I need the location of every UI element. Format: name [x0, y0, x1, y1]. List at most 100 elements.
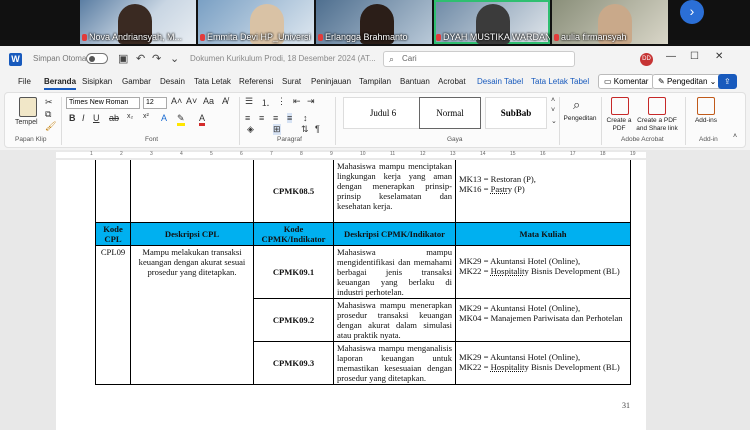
copy-icon[interactable]: ⧉ [45, 109, 51, 120]
header-kode-cpmk[interactable]: Kode CPMK/Indikator [253, 221, 334, 246]
course-cell[interactable]: MK29 = Akuntansi Hotel (Online), MK22 = … [455, 244, 631, 299]
shading-icon[interactable]: ◈ [247, 124, 254, 135]
clear-formatting-icon[interactable]: A̸ [222, 96, 228, 106]
tab-insert[interactable]: Sisipkan [82, 77, 112, 86]
cut-icon[interactable]: ✂ [45, 97, 53, 108]
bullets-icon[interactable]: ☰ [245, 96, 253, 107]
search-input[interactable]: ⌕ Cari [383, 51, 575, 67]
create-pdf-share-button[interactable]: Create a PDF and Share link [633, 117, 681, 133]
highlight-icon[interactable]: ✎ [177, 113, 185, 126]
bold-icon[interactable]: B [69, 113, 76, 123]
header-kode-cpl[interactable]: Kode CPL [95, 221, 131, 246]
horizontal-ruler[interactable]: 1 2 3 4 5 6 7 8 9 10 11 12 13 14 15 16 17 18 19 [0, 150, 750, 160]
header-deskripsi-cpl[interactable]: Deskripsi CPL [130, 221, 254, 246]
cpl-table[interactable]: CPMK08.5 Mahasiswa mampu menciptakan lin… [95, 160, 631, 385]
participant-tile[interactable]: Emmita Devi HP_Universi [198, 0, 314, 44]
shrink-font-icon[interactable]: A˅ [186, 96, 197, 106]
underline-icon[interactable]: U [93, 113, 100, 123]
minimize-icon[interactable]: — [666, 51, 676, 62]
tab-home[interactable]: Beranda [44, 77, 77, 90]
participant-tile-active-speaker[interactable]: DYAH MUSTIKA WARDANI [434, 0, 550, 44]
tab-layout[interactable]: Tata Letak [194, 77, 231, 86]
header-mata-kuliah[interactable]: Mata Kuliah [455, 221, 631, 246]
paste-button[interactable]: Tempel [15, 119, 38, 126]
font-color-icon[interactable]: A [199, 113, 206, 126]
justify-icon[interactable]: ≡ [287, 113, 293, 123]
participant-tile[interactable]: Erlangga Brahmanto [316, 0, 432, 44]
table-cell[interactable] [95, 160, 131, 223]
tab-help[interactable]: Bantuan [400, 77, 430, 86]
sort-icon[interactable]: ⇅ [301, 124, 309, 135]
document-page[interactable]: CPMK08.5 Mahasiswa mampu menciptakan lin… [56, 160, 646, 430]
indicator-text[interactable]: Mahasiswa mampu menerapkan prosedur tran… [333, 297, 456, 342]
close-icon[interactable]: ✕ [715, 51, 723, 62]
italic-icon[interactable]: I [82, 113, 85, 123]
line-spacing-icon[interactable]: ↕ [303, 113, 308, 123]
show-formatting-icon[interactable]: ¶ [315, 124, 320, 134]
cpl-description[interactable]: Mampu melakukan transaksi keuangan denga… [130, 244, 254, 385]
find-icon[interactable]: ⌕ [573, 97, 580, 113]
style-normal[interactable]: Normal [419, 97, 481, 129]
styles-more-icon[interactable]: ⌄ [551, 117, 557, 125]
increase-indent-icon[interactable]: ⇥ [307, 96, 315, 107]
subscript-icon[interactable]: x₂ [127, 113, 133, 120]
save-icon[interactable]: ▣ [118, 52, 128, 65]
tab-view[interactable]: Tampilan [359, 77, 391, 86]
paste-icon[interactable] [19, 97, 37, 117]
align-right-icon[interactable]: ≡ [273, 113, 278, 123]
change-case-icon[interactable]: Aa [203, 96, 214, 106]
table-cell[interactable] [130, 160, 254, 223]
participant-tile[interactable]: Nova Andriansyah, M... [80, 0, 196, 44]
tab-table-design[interactable]: Desain Tabel [477, 77, 523, 86]
font-name-select[interactable]: Times New Roman [66, 97, 140, 109]
customize-toolbar-icon[interactable]: ⌄ [170, 52, 179, 65]
autosave-toggle[interactable] [86, 53, 108, 64]
grow-font-icon[interactable]: A˄ [171, 96, 182, 106]
next-participants-button[interactable]: › [680, 0, 704, 24]
course-cell[interactable]: MK29 = Akuntansi Hotel (Online), MK22 = … [455, 340, 631, 385]
align-left-icon[interactable]: ≡ [245, 113, 250, 123]
cpmk-code[interactable]: CPMK09.1 [253, 244, 334, 299]
header-deskripsi-cpmk[interactable]: Deskripsi CPMK/Indikator [333, 221, 456, 246]
pdf-icon[interactable] [611, 97, 629, 115]
format-painter-icon[interactable]: 🖌 [45, 121, 56, 132]
tab-table-layout[interactable]: Tata Letak Tabel [531, 77, 589, 86]
indicator-text[interactable]: Mahasiswa mampu menciptakan lingkungan k… [333, 160, 456, 223]
multilevel-list-icon[interactable]: ⋮ [277, 96, 286, 107]
editing-mode-button[interactable]: ✎ Pengeditan ⌄ [652, 74, 723, 89]
addins-button[interactable]: Add-ins [688, 117, 724, 125]
share-button[interactable]: ⇪ [718, 74, 737, 89]
participant-tile[interactable]: aulia firmansyah [552, 0, 668, 44]
user-avatar[interactable]: DD [640, 53, 653, 66]
tab-review[interactable]: Peninjauan [311, 77, 351, 86]
cpmk-code[interactable]: CPMK09.3 [253, 340, 334, 385]
borders-icon[interactable]: ⊞ [273, 124, 281, 135]
style-subbab[interactable]: SubBab [485, 97, 547, 129]
tab-design[interactable]: Desain [160, 77, 185, 86]
superscript-icon[interactable]: x² [143, 113, 149, 120]
tab-references[interactable]: Referensi [239, 77, 273, 86]
tab-draw[interactable]: Gambar [122, 77, 151, 86]
decrease-indent-icon[interactable]: ⇤ [293, 96, 301, 107]
course-cell[interactable]: MK13 = Restoran (P), MK16 = Pastry (P) [455, 160, 631, 223]
tab-acrobat[interactable]: Acrobat [438, 77, 466, 86]
numbering-icon[interactable]: ⒈ [261, 96, 270, 109]
collapse-ribbon-icon[interactable]: ˄ [733, 133, 737, 140]
addins-icon[interactable] [697, 97, 715, 115]
style-heading-6[interactable]: Judul 6 [343, 97, 423, 129]
editing-button[interactable]: Pengeditan [562, 115, 598, 123]
text-effects-icon[interactable]: A [161, 113, 167, 123]
font-size-select[interactable]: 12 [143, 97, 167, 109]
cpl-code[interactable]: CPL09 [95, 244, 131, 385]
tab-mailings[interactable]: Surat [282, 77, 301, 86]
indicator-text[interactable]: Mahasiswa mampu mengidentifikasi dan mem… [333, 244, 456, 299]
undo-icon[interactable]: ↶ [136, 52, 145, 65]
tab-file[interactable]: File [18, 77, 31, 86]
align-center-icon[interactable]: ≡ [259, 113, 264, 123]
pdf-share-icon[interactable] [648, 97, 666, 115]
document-canvas[interactable]: CPMK08.5 Mahasiswa mampu menciptakan lin… [0, 160, 750, 430]
create-pdf-button[interactable]: Create a PDF [604, 117, 634, 133]
comments-button[interactable]: ▭ Komentar [598, 74, 655, 89]
styles-scroll-down-icon[interactable]: ˅ [551, 107, 555, 114]
styles-scroll-up-icon[interactable]: ˄ [551, 97, 555, 104]
